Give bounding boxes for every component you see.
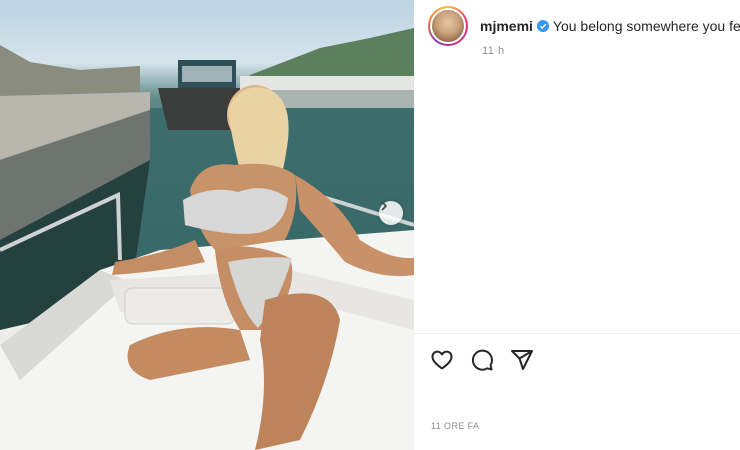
next-image-button[interactable]: [379, 201, 403, 225]
username-link[interactable]: mjmemi: [480, 18, 533, 34]
post-header: mjmemi You belong somewhere you feel fre…: [428, 6, 740, 46]
section-divider: [414, 333, 740, 334]
avatar: [430, 8, 466, 44]
caption-line: mjmemi You belong somewhere you feel fre…: [480, 18, 740, 34]
action-bar: [430, 348, 534, 372]
post-image[interactable]: [0, 0, 414, 450]
chevron-right-icon: [381, 201, 388, 211]
post-date: 11 ORE FA: [431, 421, 480, 431]
verified-badge-icon: [536, 20, 549, 32]
avatar-story-ring[interactable]: [428, 6, 468, 46]
caption-text: You belong somewhere you feel free: [552, 18, 740, 34]
paper-plane-icon[interactable]: [510, 348, 534, 372]
heart-icon[interactable]: [430, 348, 454, 372]
post-photo-illustration: [0, 28, 414, 450]
post-side-panel: mjmemi You belong somewhere you feel fre…: [414, 0, 740, 450]
time-ago[interactable]: 11 h: [482, 45, 505, 57]
comment-icon[interactable]: [470, 348, 494, 372]
